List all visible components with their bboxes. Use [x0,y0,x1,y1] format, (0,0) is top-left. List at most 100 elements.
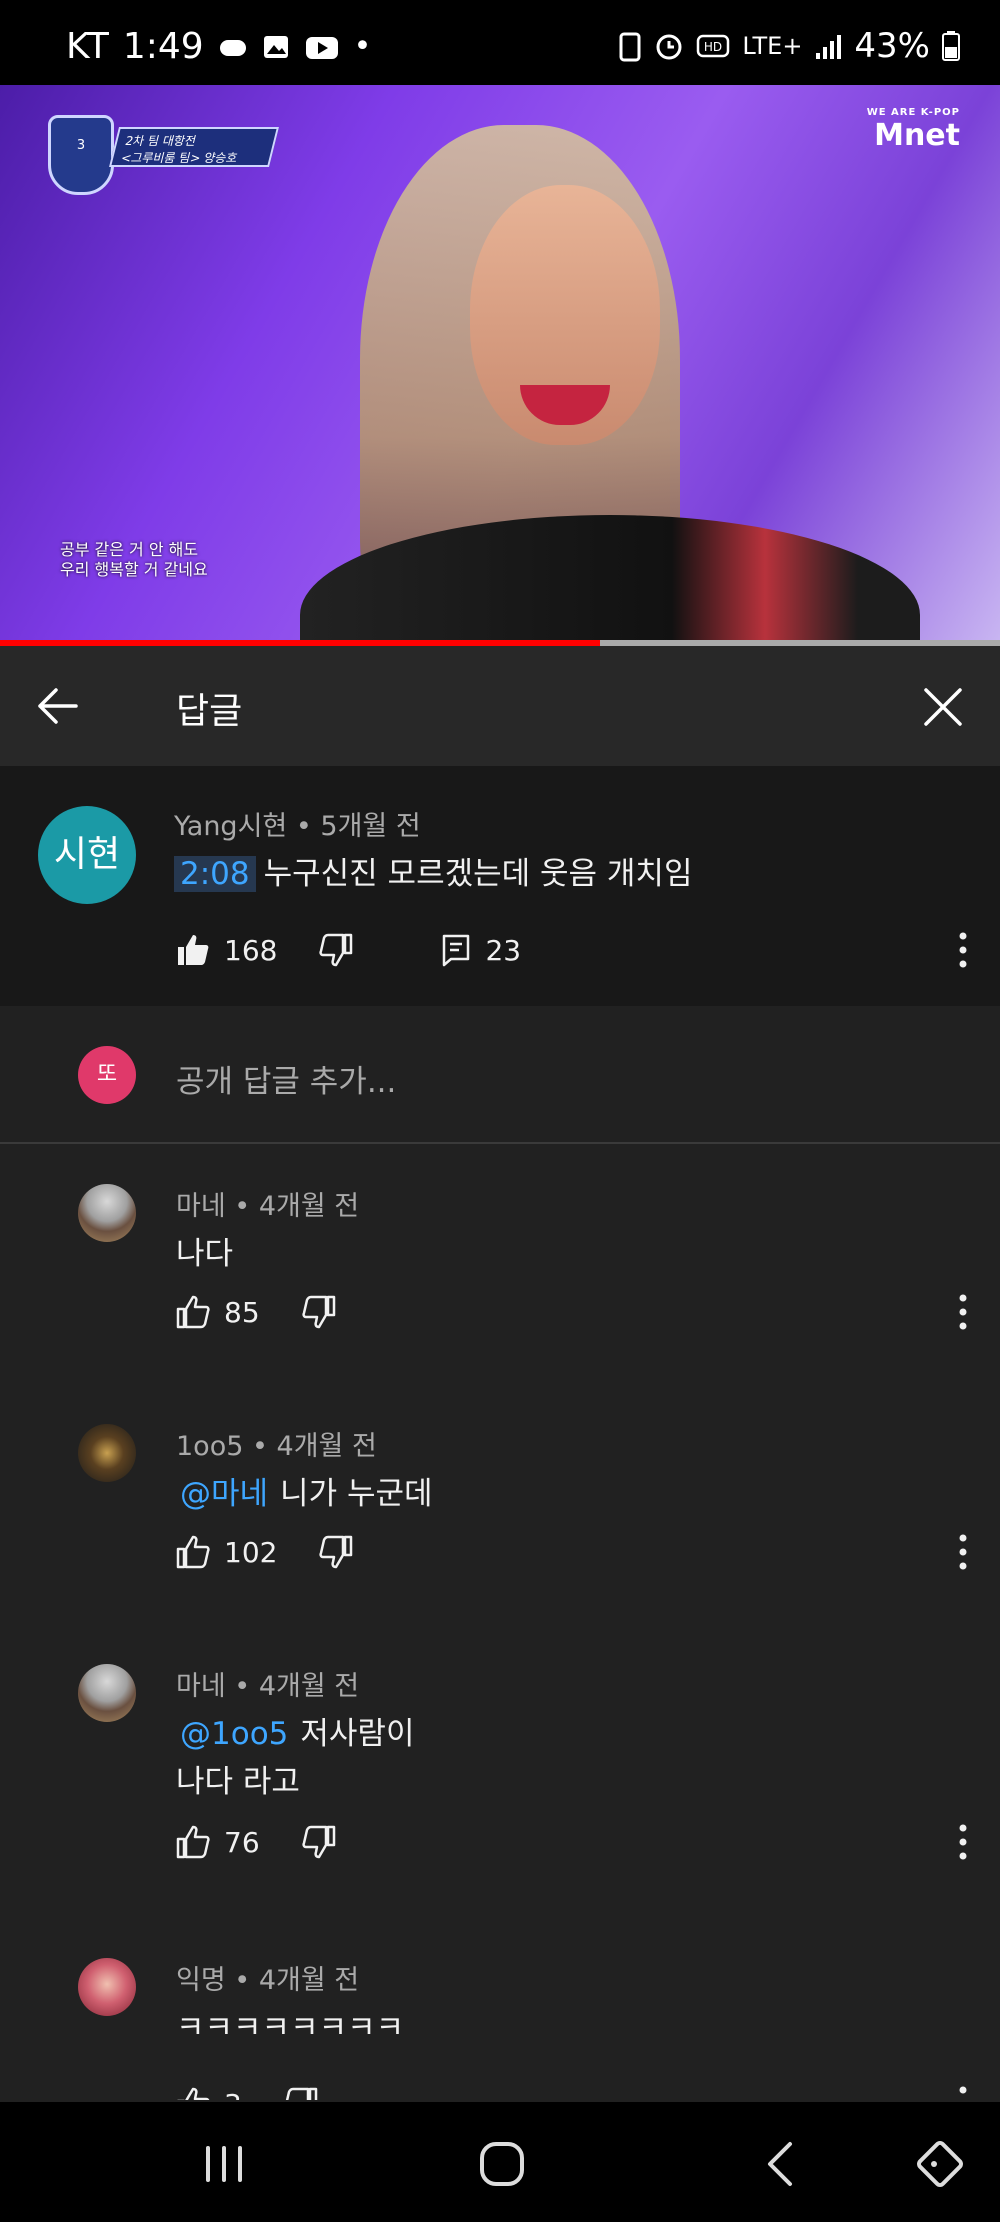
hd-voice-icon: HD [697,34,730,58]
thumbs-up-icon [176,1535,210,1569]
reply-icon [443,934,470,967]
like-button[interactable]: 3 [176,2087,242,2100]
reply-meta: 익명 • 4개월 전 [176,1958,359,1997]
notification-dot-icon: • [353,29,372,64]
reply-author[interactable]: 마네 [176,1671,226,1702]
youtube-icon [305,36,338,59]
comment-author[interactable]: Yang시현 [174,811,287,842]
reply-text: 나다 [176,1236,234,1272]
like-button[interactable]: 102 [176,1535,277,1569]
reply-text: @마네 니가 누군데 [180,1468,433,1513]
more-options-icon[interactable] [948,1290,978,1334]
system-navigation-bar [0,2102,1000,2222]
game-controller-icon [219,39,246,56]
reply-actions: 102 [176,1530,353,1574]
like-count: 168 [224,933,278,967]
reply-body: 니가 누군데 [280,1476,433,1512]
thumbs-down-icon[interactable] [302,1295,336,1329]
subtitle-line-2: 우리 행복할 거 같네요 [60,560,208,579]
comment-text: 2:08 누구신진 모르겠는데 웃음 개치임 [174,848,692,893]
reply-age: 4개월 전 [276,1431,377,1462]
mention-link[interactable]: @마네 [180,1476,268,1512]
meta-separator: • [252,1431,268,1462]
comment-body: 누구신진 모르겠는데 웃음 개치임 [263,856,693,892]
comment-actions: 168 23 [176,928,521,972]
page-title: 답글 [176,691,243,732]
close-icon[interactable] [920,684,966,730]
more-options-icon[interactable] [948,2082,978,2100]
thumbs-down-icon[interactable] [319,1535,353,1569]
reply-meta: 마네 • 4개월 전 [176,1184,359,1223]
like-count: 3 [224,2088,242,2101]
mention-link[interactable]: @1oo5 [180,1716,288,1752]
thumbs-down-icon[interactable] [284,2087,318,2100]
more-options-icon[interactable] [948,928,978,972]
thumbs-down-icon[interactable] [302,1825,336,1859]
alarm-icon [656,34,682,60]
show-banner: 2차 팀 대항전 <그루비룸 팀> 양승호 [109,127,279,167]
reply-age: 4개월 전 [258,1671,360,1702]
more-options-icon[interactable] [948,1530,978,1574]
back-arrow-icon[interactable] [34,684,80,728]
channel-logo-text: Mnet [874,118,960,153]
battery-icon [942,31,960,61]
carrier-label: KT [66,26,109,67]
reply-author[interactable]: 마네 [176,1191,226,1222]
battery-saver-icon [619,32,641,62]
parent-comment: 시현 Yang시현 • 5개월 전 2:08 누구신진 모르겠는데 웃음 개치임 … [0,766,1000,1006]
avatar[interactable] [78,1424,136,1482]
avatar[interactable] [78,1664,136,1722]
show-team: <그루비룸 팀> 양승호 [119,151,240,165]
back-icon[interactable] [752,2136,812,2192]
reply-count: 23 [485,933,522,967]
reply-text-line-2: 나다 라고 [176,1764,300,1800]
clock: 1:49 [122,26,204,67]
avatar[interactable]: 시현 [38,806,136,904]
gallery-icon [263,35,288,58]
reply-text: @1oo5 저사람이 [180,1708,414,1753]
rotate-screen-icon[interactable] [910,2136,970,2192]
avatar[interactable] [78,1184,136,1242]
more-options-icon[interactable] [948,1820,978,1864]
status-bar: KT 1:49 • HD LTE+ 43% [0,0,1000,85]
video-subtitle: 공부 같은 거 안 해도 우리 행복할 거 같네요 [60,540,208,580]
reply-count-button[interactable]: 23 [441,933,521,967]
reply-age: 4개월 전 [258,1191,360,1222]
reply-actions: 3 [176,2082,318,2100]
timestamp-link[interactable]: 2:08 [174,856,256,892]
reply-text: ㅋㅋㅋㅋㅋㅋㅋㅋ [176,2010,405,2046]
like-count: 85 [224,1295,260,1329]
thumbs-down-icon[interactable] [319,933,353,967]
avatar[interactable] [78,1958,136,2016]
thumbs-up-icon [177,2087,210,2100]
comment-age: 5개월 전 [320,811,421,842]
subtitle-line-1: 공부 같은 거 안 해도 [60,540,199,559]
reply-author[interactable]: 1oo5 [176,1431,243,1462]
video-player[interactable]: 3 2차 팀 대항전 <그루비룸 팀> 양승호 WE ARE K-POP Mne… [0,85,1000,645]
reply-meta: 마네 • 4개월 전 [176,1664,359,1703]
show-logo: 3 [48,115,114,195]
network-type: LTE+ [742,32,803,60]
svg-text:HD: HD [704,40,722,54]
reply-input[interactable]: 공개 답글 추가... [176,1056,396,1101]
home-icon[interactable] [472,2136,532,2192]
reply-author[interactable]: 익명 [176,1965,226,1996]
add-reply-box[interactable]: 또 공개 답글 추가... [0,1006,1000,1144]
comment-meta: Yang시현 • 5개월 전 [174,804,421,843]
like-count: 76 [224,1825,260,1859]
meta-separator: • [234,1965,251,1996]
meta-separator: • [234,1671,251,1702]
like-button[interactable]: 85 [176,1295,260,1329]
like-button[interactable]: 168 [176,933,277,967]
thumbs-up-icon [176,1825,210,1859]
like-count: 102 [224,1535,278,1569]
reply-item: 마네 • 4개월 전 나다 85 [0,1184,1000,1354]
like-button[interactable]: 76 [176,1825,260,1859]
channel-tagline: WE ARE K-POP [866,107,960,118]
meta-separator: • [295,811,312,842]
thumbs-up-filled-icon [178,935,209,965]
replies-header: 답글 [0,646,1000,766]
recent-apps-icon[interactable] [194,2136,254,2192]
battery-percent: 43% [854,26,930,66]
signal-icon [816,35,842,59]
